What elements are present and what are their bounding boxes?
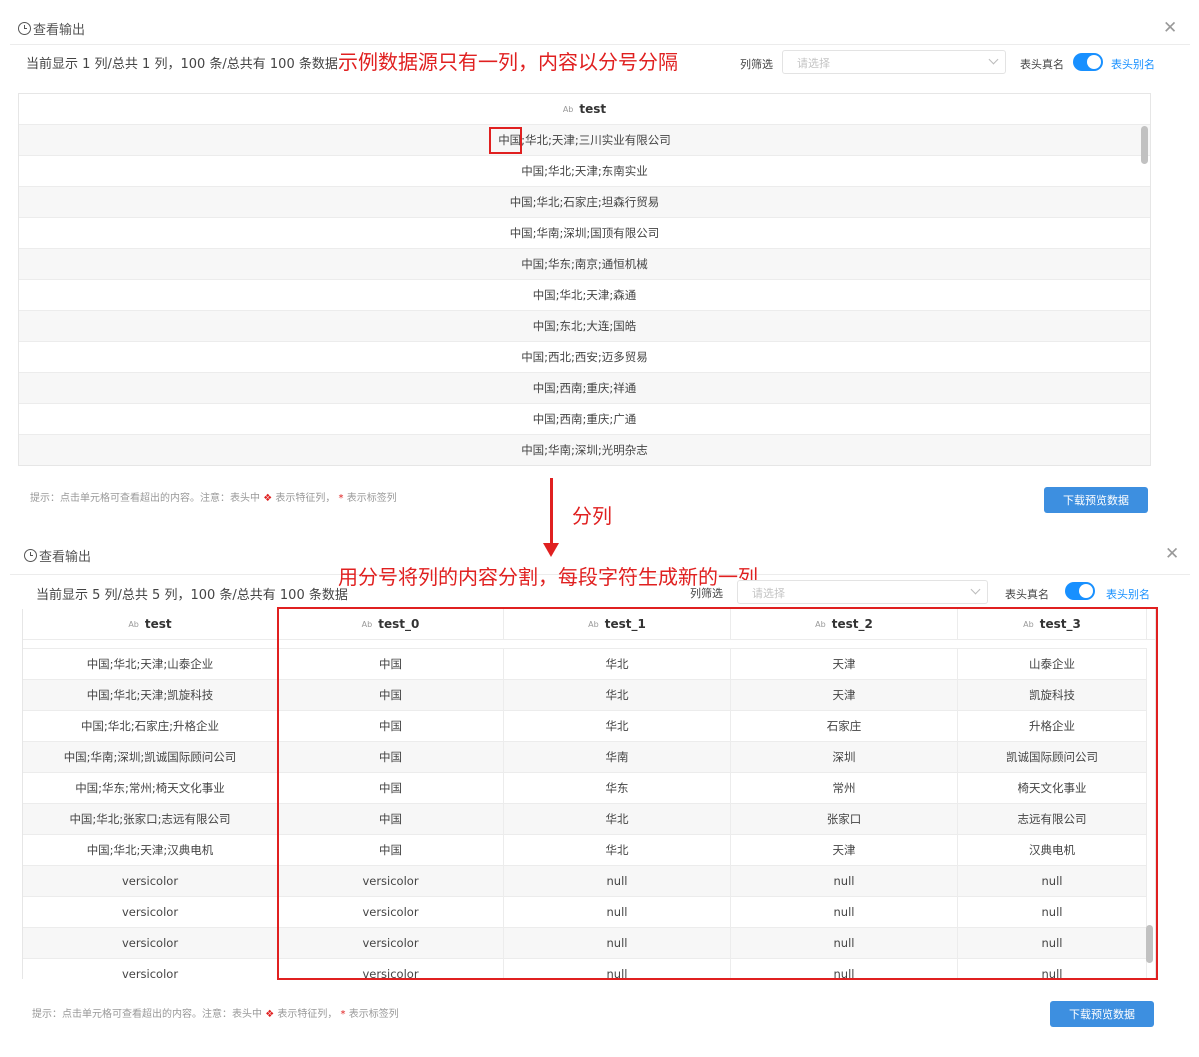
panel1-close-icon[interactable]: ✕ [1163,20,1177,37]
panel2-alias-label: 表头别名 [1106,588,1150,601]
column-header-label: test [144,617,172,631]
new-columns-highlight-box [277,607,1158,980]
table-row[interactable]: 中国;西北;西安;迈多贸易 [19,342,1150,373]
text-type-icon: Ab [562,104,574,114]
panel1-hint-suffix: 表示标签列 [346,493,397,504]
table-cell[interactable]: versicolor [23,959,278,979]
panel1-download-button[interactable]: 下载预览数据 [1044,487,1148,513]
panel1-column-filter-select[interactable]: 请选择 [782,50,1006,74]
table-cell[interactable]: versicolor [23,866,278,896]
table-cell[interactable]: 中国;华东;常州;椅天文化事业 [23,773,278,803]
table-row[interactable]: 中国;东北;大连;国皓 [19,311,1150,342]
panel2-hint: 提示：点击单元格可查看超出的内容。注意：表头中 ❖ 表示特征列， * 表示标签列 [32,1005,399,1020]
panel1-hint: 提示：点击单元格可查看超出的内容。注意：表头中 ❖ 表示特征列， * 表示标签列 [30,489,397,504]
chevron-down-icon [970,584,981,595]
panel1-scrollbar[interactable] [1141,126,1148,164]
panel1-header-divider [10,44,1190,45]
feature-diamond-icon: ❖ [265,1009,275,1020]
table-row[interactable]: 中国;西南;重庆;祥通 [19,373,1150,404]
panel2-toggle-label: 表头真名 [1005,588,1049,601]
table-cell[interactable]: versicolor [23,928,278,958]
panel1-info: 当前显示 1 列/总共 1 列，100 条/总共有 100 条数据 [26,57,338,72]
table-cell[interactable]: versicolor [23,897,278,927]
panel2-close-icon[interactable]: ✕ [1165,546,1179,563]
clock-icon [24,549,37,562]
panel2-title-text: 查看输出 [39,550,92,565]
panel1-preview-table: Ab test 中国;华北;天津;三川实业有限公司 中国;华北;天津;东南实业 … [18,93,1151,466]
panel1-header-toggle[interactable] [1073,53,1103,71]
split-arrow-shaft [550,478,553,544]
table-cell[interactable]: 中国;华北;张家口;志远有限公司 [23,804,278,834]
highlight-box [489,127,522,154]
column-header-test[interactable]: Ab test [23,609,278,639]
table-row[interactable]: 中国;华北;天津;东南实业 [19,156,1150,187]
text-type-icon: Ab [128,619,139,629]
panel2-header-toggle[interactable] [1065,582,1095,600]
panel1-title: 查看输出 [18,19,85,38]
panel1-annotation: 示例数据源只有一列，内容以分号分隔 [338,50,678,74]
table-row[interactable]: 中国;华南;深圳;国顶有限公司 [19,218,1150,249]
toggle-knob [1079,584,1093,598]
table-cell[interactable]: 中国;华北;天津;山泰企业 [23,649,278,679]
table-row[interactable]: 中国;华北;天津;森通 [19,280,1150,311]
panel1-title-text: 查看输出 [33,23,86,38]
panel2-column-filter-select[interactable]: 请选择 [737,580,988,604]
split-arrow-head [543,543,559,557]
panel1-hint-mid: 表示特征列， [275,493,336,504]
label-star-icon: * [340,1009,346,1020]
feature-diamond-icon: ❖ [263,493,273,504]
panel2-hint-mid: 表示特征列， [277,1009,338,1020]
panel1-column-header-label: test [579,102,607,116]
chevron-down-icon [988,54,999,65]
panel1-hint-prefix: 提示：点击单元格可查看超出的内容。注意：表头中 [30,493,260,504]
table-row[interactable]: 中国;华北;天津;三川实业有限公司 [19,125,1150,156]
panel2-hint-suffix: 表示标签列 [348,1009,399,1020]
panel1-toggle-label: 表头真名 [1020,58,1064,71]
table-cell[interactable]: 中国;华北;天津;凯旋科技 [23,680,278,710]
panel2-filter-placeholder: 请选择 [752,587,785,600]
table-row[interactable]: 中国;华南;深圳;光明杂志 [19,435,1150,465]
table-cell[interactable]: 中国;华北;石家庄;升格企业 [23,711,278,741]
panel2-title: 查看输出 [24,546,91,565]
panel2-filter-label: 列筛选 [690,587,723,600]
panel2-hint-prefix: 提示：点击单元格可查看超出的内容。注意：表头中 [32,1009,262,1020]
toggle-knob [1087,55,1101,69]
split-label: 分列 [572,504,612,528]
panel1-filter-placeholder: 请选择 [797,57,830,70]
table-cell[interactable]: 中国;华南;深圳;凯诚国际顾问公司 [23,742,278,772]
panel1-filter-label: 列筛选 [740,58,773,71]
panel2-download-button[interactable]: 下载预览数据 [1050,1001,1154,1027]
panel1-table-body: 中国;华北;天津;三川实业有限公司 中国;华北;天津;东南实业 中国;华北;石家… [19,125,1150,465]
panel1-alias-label: 表头别名 [1111,58,1155,71]
table-row[interactable]: 中国;华东;南京;通恒机械 [19,249,1150,280]
table-row[interactable]: 中国;西南;重庆;广通 [19,404,1150,435]
label-star-icon: * [338,493,344,504]
panel2-info: 当前显示 5 列/总共 5 列，100 条/总共有 100 条数据 [36,588,348,603]
clock-icon [18,22,31,35]
panel1-column-header[interactable]: Ab test [19,94,1150,125]
table-cell[interactable]: 中国;华北;天津;汉典电机 [23,835,278,865]
table-row[interactable]: 中国;华北;石家庄;坦森行贸易 [19,187,1150,218]
